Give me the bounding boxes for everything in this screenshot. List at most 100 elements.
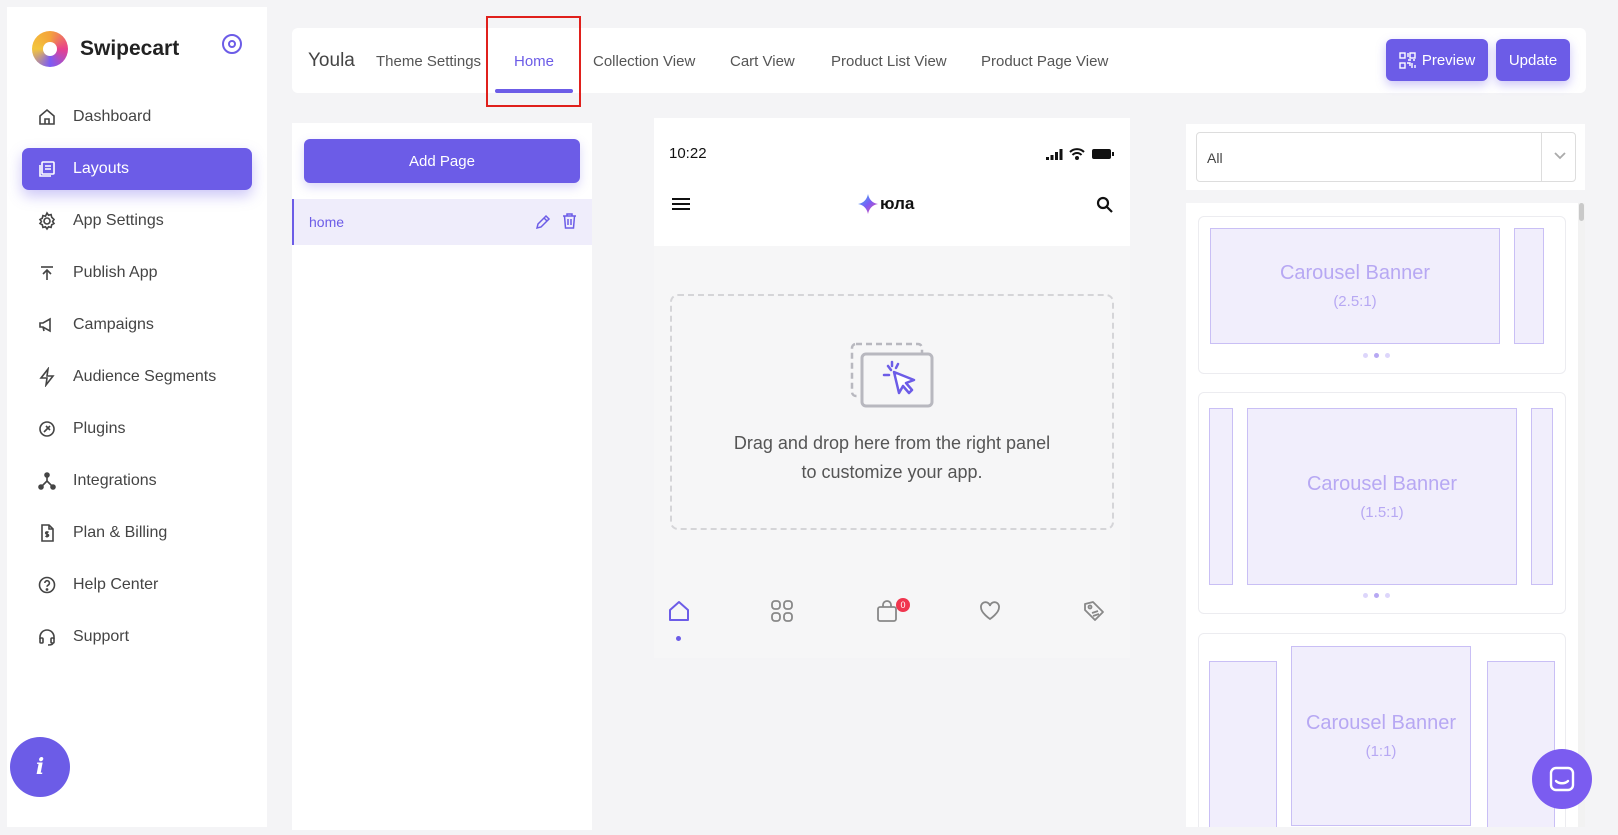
gear-icon bbox=[37, 211, 57, 231]
home-icon bbox=[37, 107, 57, 127]
banner-side-preview bbox=[1531, 408, 1553, 585]
cart-badge: 0 bbox=[896, 598, 910, 612]
widget-title: Carousel Banner bbox=[1279, 262, 1431, 284]
chat-launcher-button[interactable] bbox=[1532, 749, 1592, 809]
drop-zone[interactable]: Drag and drop here from the right panel … bbox=[670, 294, 1114, 530]
sidebar-item-plan-billing[interactable]: Plan & Billing bbox=[22, 512, 252, 554]
sidebar-nav: Dashboard Layouts App Settings Publish A… bbox=[22, 96, 252, 668]
sidebar-item-label: Support bbox=[73, 628, 130, 645]
bolt-icon bbox=[37, 367, 57, 387]
sidebar-item-label: Publish App bbox=[73, 264, 158, 281]
sidebar-item-integrations[interactable]: Integrations bbox=[22, 460, 252, 502]
headset-icon bbox=[37, 627, 57, 647]
sidebar-item-dashboard[interactable]: Dashboard bbox=[22, 96, 252, 138]
phone-bottom-nav: 0 bbox=[654, 598, 1130, 648]
bottom-nav-wishlist[interactable] bbox=[977, 598, 1003, 624]
update-button[interactable]: Update bbox=[1496, 39, 1570, 81]
sidebar-item-label: Help Center bbox=[73, 576, 159, 593]
bottom-nav-offers[interactable] bbox=[1081, 598, 1107, 624]
sidebar-item-label: App Settings bbox=[73, 212, 164, 229]
scroll-thumb[interactable] bbox=[1579, 203, 1584, 221]
tab-product-page-view[interactable]: Product Page View bbox=[981, 53, 1108, 70]
target-icon[interactable] bbox=[222, 34, 242, 54]
banner-side-preview bbox=[1209, 661, 1277, 827]
banner-side-preview bbox=[1514, 228, 1544, 344]
status-time: 10:22 bbox=[669, 145, 707, 162]
tag-icon bbox=[1084, 601, 1104, 621]
page-list-item[interactable]: home bbox=[292, 199, 592, 245]
bottom-nav-categories[interactable] bbox=[769, 598, 795, 624]
sidebar-item-publish-app[interactable]: Publish App bbox=[22, 252, 252, 294]
sidebar-item-help-center[interactable]: Help Center bbox=[22, 564, 252, 606]
preview-label: Preview bbox=[1421, 51, 1476, 69]
sidebar-item-layouts[interactable]: Layouts bbox=[22, 148, 252, 190]
drag-drop-illustration-icon bbox=[850, 342, 934, 408]
widget-ratio: (1.5:1) bbox=[1360, 503, 1404, 521]
highlight-annotation bbox=[486, 16, 581, 107]
integrations-icon bbox=[37, 471, 57, 491]
layouts-icon bbox=[37, 159, 57, 179]
widget-ratio: (2.5:1) bbox=[1333, 293, 1377, 310]
trash-icon[interactable] bbox=[561, 212, 578, 230]
preview-button[interactable]: Preview bbox=[1386, 39, 1488, 81]
sidebar-item-plugins[interactable]: Plugins bbox=[22, 408, 252, 450]
pages-panel: Add Page home bbox=[292, 123, 592, 830]
home-icon bbox=[669, 601, 689, 621]
sidebar-item-label: Campaigns bbox=[73, 316, 154, 333]
tab-product-list-view[interactable]: Product List View bbox=[831, 53, 947, 70]
carousel-dots bbox=[1360, 353, 1393, 358]
widget-filter-box: All bbox=[1186, 124, 1585, 190]
tab-collection-view[interactable]: Collection View bbox=[593, 53, 695, 70]
banner-preview: Carousel Banner (2.5:1) bbox=[1210, 228, 1500, 344]
widget-ratio: (1:1) bbox=[1365, 743, 1397, 760]
drop-zone-text: Drag and drop here from the right panel … bbox=[733, 433, 1051, 482]
select-divider bbox=[1541, 133, 1542, 181]
bottom-nav-home[interactable] bbox=[666, 598, 692, 641]
app-name: юла bbox=[880, 194, 915, 213]
add-page-button[interactable]: Add Page bbox=[304, 139, 580, 183]
upload-icon bbox=[37, 263, 57, 283]
widget-carousel-banner-1-5[interactable]: Carousel Banner (1.5:1) bbox=[1198, 392, 1566, 614]
sidebar-item-audience-segments[interactable]: Audience Segments bbox=[22, 356, 252, 398]
bottom-nav-cart[interactable]: 0 bbox=[874, 598, 910, 624]
swipecart-logo-icon bbox=[32, 31, 68, 67]
pencil-icon[interactable] bbox=[534, 213, 552, 231]
grid-icon bbox=[771, 600, 793, 622]
sidebar-item-label: Dashboard bbox=[73, 108, 152, 125]
tab-cart-view[interactable]: Cart View bbox=[730, 53, 795, 70]
app-logo: юла bbox=[858, 194, 914, 214]
brand-name: Swipecart bbox=[80, 37, 180, 60]
info-button[interactable]: i bbox=[10, 737, 70, 797]
widget-carousel-banner-1-1[interactable]: Carousel Banner (1:1) bbox=[1198, 633, 1566, 827]
banner-side-preview bbox=[1209, 408, 1233, 585]
signal-icon bbox=[1046, 148, 1063, 160]
sparkle-icon bbox=[858, 194, 878, 214]
billing-icon bbox=[37, 523, 57, 543]
sidebar-item-support[interactable]: Support bbox=[22, 616, 252, 658]
sidebar-item-label: Plugins bbox=[73, 420, 126, 437]
sidebar-item-label: Layouts bbox=[73, 160, 130, 177]
sidebar-item-campaigns[interactable]: Campaigns bbox=[22, 304, 252, 346]
widget-carousel-banner-2-5[interactable]: Carousel Banner (2.5:1) bbox=[1198, 216, 1566, 374]
widget-filter-select[interactable]: All bbox=[1196, 132, 1576, 182]
sidebar-item-label: Audience Segments bbox=[73, 368, 217, 385]
tab-theme-settings[interactable]: Theme Settings bbox=[376, 53, 481, 70]
project-title: Youla bbox=[308, 50, 355, 71]
banner-preview: Carousel Banner (1.5:1) bbox=[1247, 408, 1517, 585]
sidebar: Swipecart Dashboard Layouts App Settings… bbox=[7, 7, 267, 827]
sidebar-item-app-settings[interactable]: App Settings bbox=[22, 200, 252, 242]
chat-icon bbox=[1549, 766, 1575, 792]
phone-header: 10:22 юла bbox=[654, 118, 1130, 246]
sidebar-item-label: Integrations bbox=[73, 472, 157, 489]
active-dot bbox=[676, 636, 681, 641]
widget-title: Carousel Banner bbox=[1306, 472, 1458, 495]
scrollbar[interactable] bbox=[1578, 203, 1585, 827]
banner-preview: Carousel Banner (1:1) bbox=[1291, 646, 1471, 826]
search-icon[interactable] bbox=[1096, 196, 1114, 214]
phone-preview: 10:22 юла Drag and drop here from the ri… bbox=[654, 118, 1130, 658]
brand[interactable]: Swipecart bbox=[32, 31, 179, 67]
help-icon bbox=[37, 575, 57, 595]
plug-icon bbox=[37, 419, 57, 439]
hamburger-menu-icon[interactable] bbox=[671, 196, 691, 212]
chevron-down-icon[interactable] bbox=[1552, 147, 1568, 163]
